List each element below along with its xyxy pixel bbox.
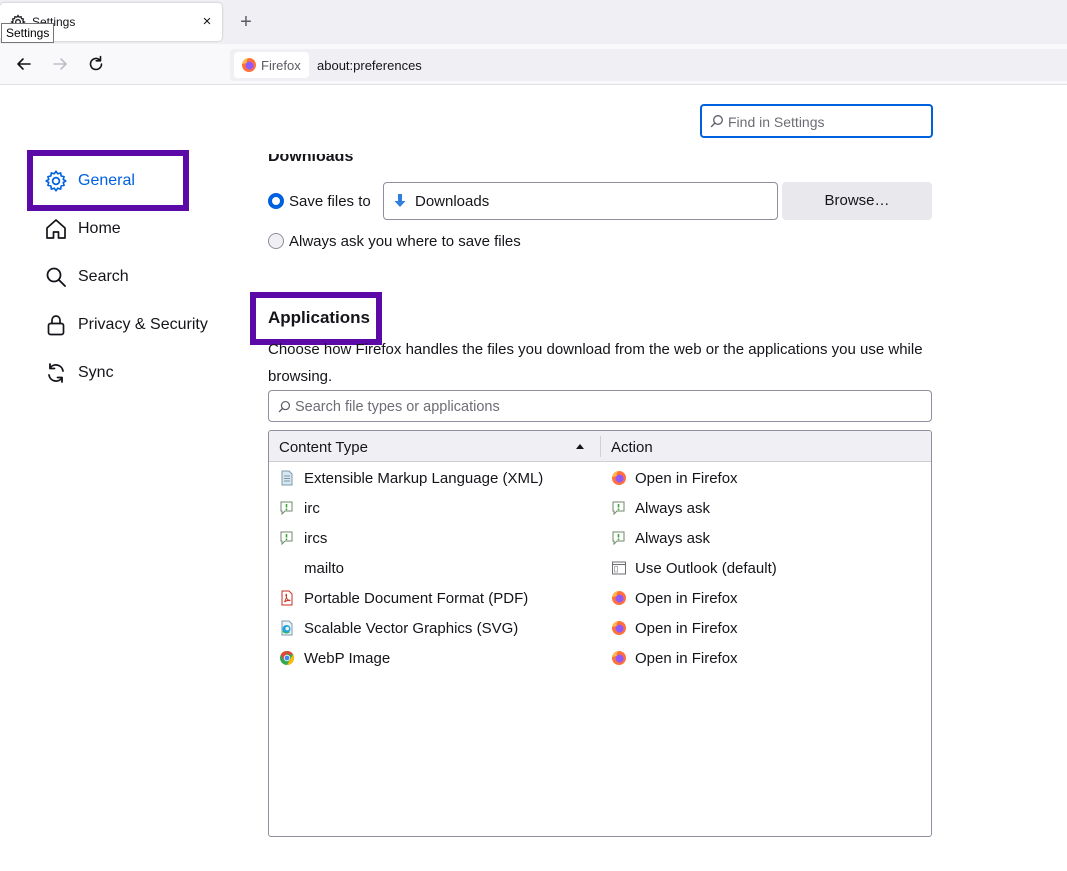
table-row[interactable]: ircs Always ask (269, 523, 931, 553)
column-divider[interactable] (600, 436, 601, 457)
lock-icon (47, 315, 65, 336)
sidebar-item-label: Home (78, 220, 121, 237)
chat-icon (612, 501, 625, 516)
forward-icon[interactable] (50, 54, 70, 74)
app-window-icon (612, 561, 626, 575)
content-type-label: Extensible Markup Language (XML) (304, 470, 544, 487)
chat-icon (280, 531, 293, 546)
applications-search-input[interactable] (295, 397, 915, 417)
content-type-label: irc (304, 500, 320, 517)
pdf-icon (281, 590, 293, 606)
firefox-icon (612, 591, 626, 605)
firefox-icon (242, 58, 256, 72)
action-label: Open in Firefox (635, 590, 738, 607)
search-icon (278, 400, 291, 413)
save-files-label[interactable]: Save files to (289, 193, 371, 210)
always-ask-label[interactable]: Always ask you where to save files (289, 233, 521, 250)
search-icon (710, 115, 723, 128)
handlers-table-header: Content Type Action (269, 431, 931, 462)
column-header-action[interactable]: Action (611, 439, 653, 456)
downloads-heading: Downloads (268, 154, 468, 165)
chat-icon (280, 501, 293, 516)
applications-search[interactable] (268, 390, 932, 422)
sidebar-item-sync[interactable]: Sync (44, 358, 234, 388)
back-icon[interactable] (14, 54, 34, 74)
nav-bar: Firefox about:preferences (0, 44, 1067, 85)
action-label: Open in Firefox (635, 620, 738, 637)
chat-icon (612, 531, 625, 546)
sort-ascending-icon[interactable] (576, 444, 584, 449)
new-tab-button[interactable]: + (236, 12, 256, 32)
sidebar-item-general[interactable]: General (44, 166, 234, 196)
action-label: Open in Firefox (635, 470, 738, 487)
firefox-icon (612, 471, 626, 485)
table-row[interactable]: irc Always ask (269, 493, 931, 523)
save-files-radio[interactable] (268, 193, 284, 209)
reload-icon[interactable] (86, 54, 106, 74)
firefox-icon (612, 651, 626, 665)
url-bar[interactable]: Firefox about:preferences (230, 49, 1067, 81)
tab-strip: Settings × Settings + (0, 0, 1067, 44)
action-label: Always ask (635, 530, 711, 547)
content-type-label: mailto (304, 560, 345, 577)
sync-icon (48, 363, 64, 383)
content-type-label: WebP Image (304, 650, 391, 667)
always-ask-radio[interactable] (268, 233, 284, 249)
table-row[interactable]: Portable Document Format (PDF) Open in F… (269, 583, 931, 613)
action-label: Open in Firefox (635, 650, 738, 667)
home-icon (46, 219, 66, 239)
edge-file-icon (281, 620, 293, 636)
table-row[interactable]: mailto Use Outlook (default) (269, 553, 931, 583)
sidebar-item-label: Privacy & Security (78, 316, 208, 333)
search-icon (46, 267, 66, 287)
find-in-settings-input[interactable] (728, 112, 926, 132)
table-row[interactable]: Extensible Markup Language (XML) Open in… (269, 463, 931, 493)
chrome-icon (280, 650, 295, 666)
download-folder-field[interactable]: Downloads (383, 182, 778, 220)
identity-box[interactable]: Firefox (234, 52, 309, 78)
sidebar-item-search[interactable]: Search (44, 262, 234, 292)
content-type-label: ircs (304, 530, 328, 547)
download-arrow-icon (394, 194, 406, 207)
browse-button[interactable]: Browse… (782, 182, 932, 220)
url-text[interactable]: about:preferences (317, 58, 422, 73)
applications-heading: Applications (268, 308, 371, 327)
content-type-label: Scalable Vector Graphics (SVG) (304, 620, 519, 637)
firefox-icon (612, 621, 626, 635)
sidebar-item-label: Search (78, 268, 129, 285)
xml-file-icon (281, 470, 293, 486)
sidebar-item-privacy-security[interactable]: Privacy & Security (44, 310, 234, 340)
downloads-heading-text: Downloads (268, 154, 354, 165)
close-icon[interactable]: × (198, 13, 216, 31)
download-folder-name: Downloads (415, 193, 490, 210)
table-row[interactable]: WebP Image Open in Firefox (269, 643, 931, 673)
handlers-table: Content Type Action Extensible Markup La… (268, 430, 932, 837)
find-in-settings[interactable] (700, 104, 933, 138)
action-label: Always ask (635, 500, 711, 517)
action-label: Use Outlook (default) (635, 560, 777, 577)
gear-icon (45, 170, 67, 192)
tooltip: Settings (1, 23, 55, 43)
sidebar-item-label: General (78, 172, 135, 189)
sidebar-item-label: Sync (78, 364, 114, 381)
sidebar-item-home[interactable]: Home (44, 214, 234, 244)
column-header-content-type[interactable]: Content Type (279, 439, 368, 456)
table-row[interactable]: Scalable Vector Graphics (SVG) Open in F… (269, 613, 931, 643)
applications-description: Choose how Firefox handles the files you… (268, 341, 923, 385)
identity-label: Firefox (261, 58, 301, 73)
content-type-label: Portable Document Format (PDF) (304, 590, 529, 607)
